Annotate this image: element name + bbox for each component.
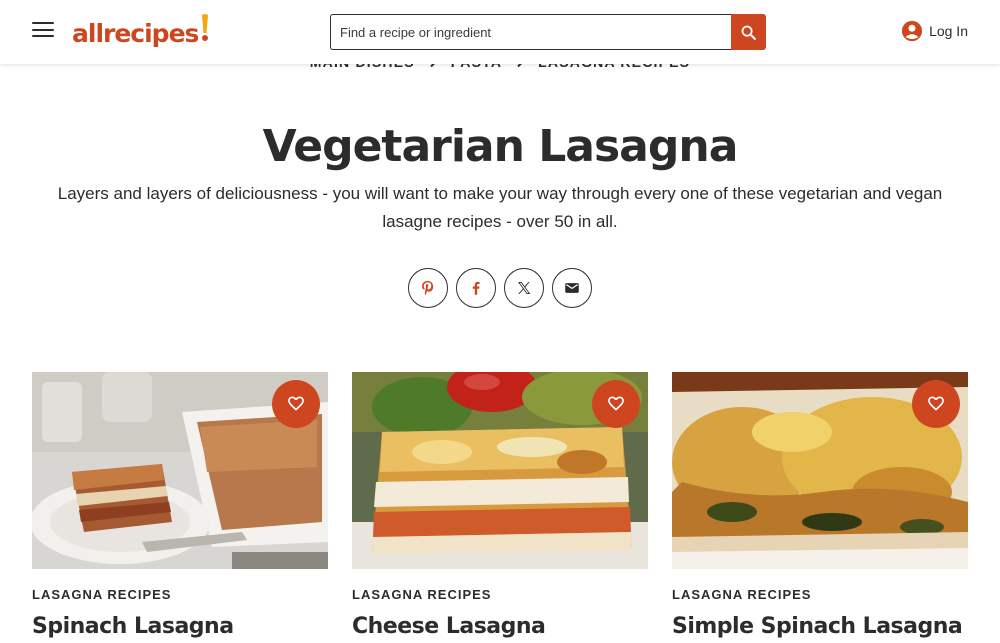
heart-icon xyxy=(608,396,624,411)
recipe-title[interactable]: Simple Spinach Lasagna xyxy=(672,614,968,639)
recipe-category: LASAGNA RECIPES xyxy=(32,587,172,602)
menu-icon[interactable] xyxy=(32,22,56,42)
allrecipes-logo[interactable]: allrecipes xyxy=(72,14,210,50)
recipe-card[interactable]: LASAGNA RECIPES Simple Spinach Lasagna xyxy=(672,372,968,639)
page-title: Vegetarian Lasagna xyxy=(262,121,739,172)
save-recipe-button[interactable] xyxy=(272,380,320,428)
save-recipe-button[interactable] xyxy=(592,380,640,428)
heart-icon xyxy=(288,396,304,411)
recipe-card[interactable]: LASAGNA RECIPES Spinach Lasagna xyxy=(32,372,328,639)
recipe-category: LASAGNA RECIPES xyxy=(352,587,492,602)
x-icon xyxy=(518,282,531,294)
search-bar xyxy=(330,14,766,50)
share-pinterest-button[interactable] xyxy=(408,268,448,308)
logo-exclamation-icon xyxy=(200,13,210,48)
facebook-icon xyxy=(472,281,480,295)
recipe-image xyxy=(672,372,968,569)
search-input[interactable] xyxy=(330,14,731,50)
login-button[interactable]: Log In xyxy=(901,20,968,42)
recipe-title[interactable]: Cheese Lasagna xyxy=(352,614,648,639)
recipe-image xyxy=(32,372,328,569)
recipe-title[interactable]: Spinach Lasagna xyxy=(32,614,328,639)
share-bar xyxy=(0,268,1000,308)
page-description: Layers and layers of deliciousness - you… xyxy=(57,184,943,231)
search-icon xyxy=(741,25,756,40)
user-account-icon xyxy=(901,20,923,42)
share-email-button[interactable] xyxy=(552,268,592,308)
recipe-card-list: LASAGNA RECIPES Spinach Lasagna LASAGNA … xyxy=(32,372,968,639)
save-recipe-button[interactable] xyxy=(912,380,960,428)
pinterest-icon xyxy=(422,280,434,296)
recipe-category: LASAGNA RECIPES xyxy=(672,587,812,602)
heart-icon xyxy=(928,396,944,411)
search-button[interactable] xyxy=(731,14,766,50)
email-icon xyxy=(565,283,579,293)
site-header: allrecipes Log In xyxy=(0,0,1000,64)
share-x-button[interactable] xyxy=(504,268,544,308)
recipe-card[interactable]: LASAGNA RECIPES Cheese Lasagna xyxy=(352,372,648,639)
share-facebook-button[interactable] xyxy=(456,268,496,308)
recipe-image xyxy=(352,372,648,569)
